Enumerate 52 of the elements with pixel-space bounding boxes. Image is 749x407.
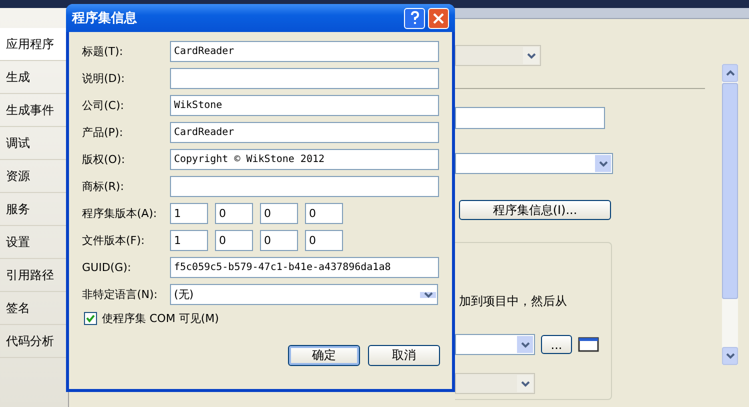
question-mark-icon — [410, 11, 420, 25]
check-icon — [86, 314, 95, 323]
field-label: 标题(T): — [82, 44, 124, 59]
field-label: 程序集版本(A): — [82, 206, 158, 221]
version-field[interactable]: 0 — [260, 203, 298, 224]
text-field[interactable] — [170, 68, 439, 89]
chevron-down-icon — [520, 342, 530, 348]
close-icon — [433, 12, 444, 24]
description-text: 加到项目中，然后从 — [458, 293, 568, 310]
dropdown[interactable] — [455, 153, 613, 174]
version-field[interactable]: 0 — [305, 203, 343, 224]
checkbox[interactable] — [84, 312, 97, 325]
dropdown[interactable] — [455, 334, 535, 355]
version-field[interactable]: 0 — [305, 230, 343, 251]
version-field[interactable]: 1 — [170, 230, 208, 251]
text-field[interactable]: CardReader — [170, 41, 439, 62]
dialog-title: 程序集信息 — [72, 10, 138, 27]
chevron-down-icon — [520, 380, 530, 386]
field-label: 产品(P): — [82, 125, 124, 140]
field-label: 商标(R): — [82, 179, 125, 194]
field-label: 版权(O): — [82, 152, 126, 167]
cancel-button[interactable]: 取消 — [368, 345, 440, 366]
chevron-down-icon — [726, 353, 734, 359]
help-button[interactable] — [404, 8, 425, 28]
text-field[interactable]: WikStone — [170, 95, 439, 116]
scrollbar[interactable] — [722, 64, 738, 365]
version-field[interactable]: 0 — [215, 203, 253, 224]
checkbox-label: 使程序集 COM 可见(M) — [102, 311, 219, 326]
assembly-info-button[interactable]: 程序集信息(I)... — [459, 200, 611, 220]
text-field[interactable]: f5c059c5-b579-47c1-b41e-a437896da1a8 — [170, 257, 439, 278]
text-field[interactable] — [170, 176, 439, 197]
text-field[interactable] — [455, 107, 605, 129]
version-field[interactable]: 1 — [170, 203, 208, 224]
version-field[interactable]: 0 — [215, 230, 253, 251]
version-field[interactable]: 0 — [260, 230, 298, 251]
chevron-down-icon — [526, 52, 536, 58]
field-label: 文件版本(F): — [82, 233, 146, 248]
sidebar-tab[interactable]: 应用程序 — [0, 28, 68, 61]
field-label: 说明(D): — [82, 71, 126, 86]
browse-button[interactable]: ... — [541, 335, 572, 354]
field-label: 非特定语言(N): — [82, 287, 159, 302]
field-label: GUID(G): — [82, 261, 132, 274]
chevron-up-icon — [726, 70, 734, 76]
chevron-down-icon — [424, 292, 432, 298]
text-field[interactable]: Copyright © WikStone 2012 — [170, 149, 439, 170]
field-label: 公司(C): — [82, 98, 125, 113]
window-icon — [578, 337, 599, 352]
language-dropdown[interactable]: (无) — [170, 284, 438, 305]
chevron-down-icon — [598, 160, 608, 166]
close-button[interactable] — [428, 8, 449, 28]
ok-button[interactable]: 确定 — [288, 345, 360, 366]
text-field[interactable]: CardReader — [170, 122, 439, 143]
